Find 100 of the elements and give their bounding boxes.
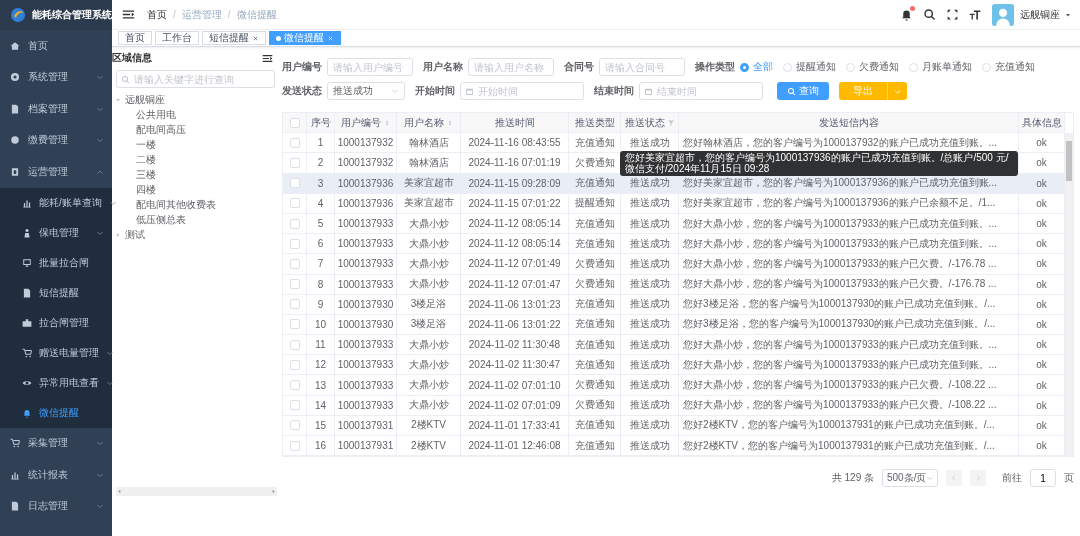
- column-header[interactable]: 序号: [307, 113, 335, 133]
- table-cell: 推送成功: [629, 277, 670, 292]
- table-row[interactable]: 11 1000137933 大鼎小炒 2024-11-02 11:30:48 充值通知 推送成功 您好大鼎小炒，您的客户编号为1000137933的账户已成功充值到账。... ok: [283, 335, 1065, 356]
- column-header[interactable]: 发送短信内容: [679, 113, 1019, 133]
- column-header[interactable]: 用户编号: [335, 113, 397, 133]
- bell-icon[interactable]: [900, 8, 913, 21]
- page-size-select[interactable]: 500条/页: [882, 469, 938, 488]
- field-label: 发送状态: [282, 84, 322, 98]
- table-row[interactable]: 6 1000137933 大鼎小炒 2024-11-12 08:05:14 充值通知 推送成功 您好大鼎小炒，您的客户编号为1000137933的账户已成功充值到账。... ok: [283, 234, 1065, 255]
- table-cell: ok: [1036, 440, 1047, 452]
- menu-icon[interactable]: [262, 52, 273, 64]
- checkbox[interactable]: [289, 198, 300, 209]
- checkbox[interactable]: [289, 157, 300, 168]
- sidebar-item[interactable]: 保电管理: [0, 217, 112, 248]
- scrollbar[interactable]: [116, 487, 277, 496]
- column-header[interactable]: 推送状态: [621, 113, 679, 133]
- close-icon[interactable]: [252, 34, 259, 42]
- table-cell: 欠费通知: [574, 398, 615, 413]
- user-name[interactable]: 远舰铜座: [1020, 7, 1060, 22]
- field-label: 用户名称: [423, 60, 463, 74]
- sidebar-item[interactable]: 统计报表: [0, 459, 112, 491]
- search-icon[interactable]: [923, 8, 936, 21]
- menu-icon[interactable]: [122, 8, 135, 21]
- tree-node[interactable]: 配电间其他收费表: [112, 197, 277, 212]
- fullscreen-icon[interactable]: [946, 8, 959, 21]
- sidebar-item[interactable]: 运营管理: [0, 156, 112, 188]
- tree-node[interactable]: 远舰铜座: [112, 92, 277, 107]
- breadcrumb-link[interactable]: 首页: [147, 7, 167, 22]
- sidebar-item[interactable]: 缴费管理: [0, 124, 112, 156]
- table-row[interactable]: 5 1000137933 大鼎小炒 2024-11-12 08:05:14 充值通知 推送成功 您好大鼎小炒，您的客户编号为1000137933的账户已成功充值到账。... ok: [283, 213, 1065, 235]
- tab[interactable]: 短信提醒: [202, 31, 266, 45]
- sidebar-item[interactable]: 日志管理: [0, 490, 112, 522]
- table-row[interactable]: 8 1000137933 大鼎小炒 2024-11-12 07:01:47 欠费通知 推送成功 您好大鼎小炒，您的客户编号为1000137933的账户已欠费。/-176.78 ... ok: [283, 274, 1065, 295]
- checkbox[interactable]: [289, 319, 300, 330]
- checkbox[interactable]: [289, 339, 300, 350]
- select-field[interactable]: 推送成功: [327, 82, 405, 100]
- radio-button[interactable]: [740, 62, 749, 72]
- table-row[interactable]: 9 1000137930 3楼足浴 2024-11-06 13:01:23 充值通知 推送成功 您好3楼足浴，您的客户编号为1000137930的账户已成功充值到账。/... ok: [283, 294, 1065, 315]
- sidebar-item[interactable]: 批量拉合闸: [0, 247, 112, 278]
- table-cell: 推送成功: [629, 297, 670, 312]
- checkbox[interactable]: [289, 178, 300, 189]
- sidebar-item[interactable]: 档案管理: [0, 93, 112, 125]
- checkbox[interactable]: [289, 420, 300, 431]
- checkbox[interactable]: [289, 279, 300, 290]
- column-header[interactable]: 推送类型: [569, 113, 621, 133]
- sidebar-item[interactable]: 赠送电量管理: [0, 337, 112, 368]
- page-input[interactable]: 1: [1030, 469, 1056, 488]
- radio-label[interactable]: 充值通知: [995, 60, 1035, 74]
- tab[interactable]: 工作台: [155, 31, 199, 45]
- arrow-icon[interactable]: [270, 488, 277, 495]
- checkbox[interactable]: [289, 359, 300, 370]
- sidebar-item[interactable]: 拉合闸管理: [0, 307, 112, 338]
- sidebar-item[interactable]: 短信提醒: [0, 277, 112, 308]
- tree-node[interactable]: 低压侧总表: [112, 212, 277, 227]
- tree-node[interactable]: 四楼: [112, 182, 277, 197]
- radio-label[interactable]: 月账单通知: [922, 60, 972, 74]
- table-row[interactable]: 12 1000137933 大鼎小炒 2024-11-02 11:30:47 充值通知 推送成功 您好大鼎小炒，您的客户编号为1000137933的账户已成功充值到账。... ok: [283, 355, 1065, 376]
- tree-node[interactable]: 二楼: [112, 152, 277, 167]
- tree-node[interactable]: 一楼: [112, 137, 277, 152]
- sidebar-item[interactable]: 异常用电查看: [0, 367, 112, 398]
- sidebar-item[interactable]: 能耗/账单查询: [0, 187, 112, 218]
- checkbox[interactable]: [289, 218, 300, 229]
- table-row[interactable]: 16 1000137931 2楼KTV 2024-11-01 12:46:08 充值通知 推送成功 您好2楼KTV，您的客户编号为1000137931的账户已成功充值到账。/... ok: [283, 436, 1065, 457]
- table-cell: 您好2楼KTV，您的客户编号为1000137931的账户已成功充值到账。/...: [683, 438, 995, 453]
- table-row[interactable]: 4 1000137936 美家宜超市 2024-11-15 07:01:22 提醒通知 推送成功 您好美家宜超市，您的客户编号为1000137936的账户已余额不足。/1... ok: [283, 193, 1065, 214]
- column-header[interactable]: 具体信息: [1019, 113, 1065, 133]
- column-header[interactable]: 用户名称: [397, 113, 461, 133]
- table-row[interactable]: 7 1000137933 大鼎小炒 2024-11-12 07:01:49 欠费通知 推送成功 您好大鼎小炒，您的客户编号为1000137933的账户已欠费。/-176.78 ... ok: [283, 254, 1065, 275]
- tree-node[interactable]: 公共用电: [112, 107, 277, 122]
- column-header[interactable]: 推送时间: [461, 113, 569, 133]
- scrollbar[interactable]: [1065, 133, 1073, 457]
- checkbox[interactable]: [289, 117, 300, 128]
- tree-node[interactable]: 三楼: [112, 167, 277, 182]
- tree-node[interactable]: 配电间高压: [112, 122, 277, 137]
- checkbox[interactable]: [289, 440, 300, 451]
- radio-label[interactable]: 提醒通知: [796, 60, 836, 74]
- radio-label[interactable]: 欠费通知: [859, 60, 899, 74]
- table-row[interactable]: 14 1000137933 大鼎小炒 2024-11-02 07:01:09 欠费通知 推送成功 您好大鼎小炒，您的客户编号为1000137933的账户已欠费。/-108.22 ... ok: [283, 395, 1065, 416]
- sidebar-item[interactable]: 采集管理: [0, 427, 112, 459]
- avatar-icon[interactable]: [992, 3, 1014, 26]
- checkbox[interactable]: [289, 258, 300, 269]
- table-row[interactable]: 13 1000137933 大鼎小炒 2024-11-02 07:01:10 欠费通知 推送成功 您好大鼎小炒，您的客户编号为1000137933的账户已欠费。/-108.22 ... ok: [283, 375, 1065, 396]
- checkbox[interactable]: [289, 400, 300, 411]
- filter-icon[interactable]: [666, 118, 675, 127]
- table-cell: 大鼎小炒: [408, 277, 449, 292]
- arrow-icon[interactable]: [116, 488, 123, 495]
- tab[interactable]: 首页: [118, 31, 152, 45]
- tree-node[interactable]: 测试: [112, 227, 277, 242]
- checkbox[interactable]: [289, 137, 300, 148]
- checkbox[interactable]: [289, 238, 300, 249]
- table-row[interactable]: 15 1000137931 2楼KTV 2024-11-01 17:33:41 充值通知 推送成功 您好2楼KTV，您的客户编号为1000137931的账户已成功充值到账。/... ok: [283, 415, 1065, 436]
- table-row[interactable]: 10 1000137930 3楼足浴 2024-11-06 13:01:22 充值通知 推送成功 您好3楼足浴，您的客户编号为1000137930的账户已成功充值到账。/... ok: [283, 314, 1065, 336]
- field-label: 合同号: [564, 60, 594, 74]
- dropdown-button[interactable]: [887, 82, 907, 100]
- font-size-icon[interactable]: [969, 8, 982, 21]
- sidebar-item[interactable]: 微信提醒: [0, 397, 112, 428]
- sidebar-item[interactable]: 首页: [0, 30, 112, 62]
- checkbox[interactable]: [289, 299, 300, 310]
- checkbox[interactable]: [289, 380, 300, 391]
- sidebar-item[interactable]: 系统管理: [0, 61, 112, 93]
